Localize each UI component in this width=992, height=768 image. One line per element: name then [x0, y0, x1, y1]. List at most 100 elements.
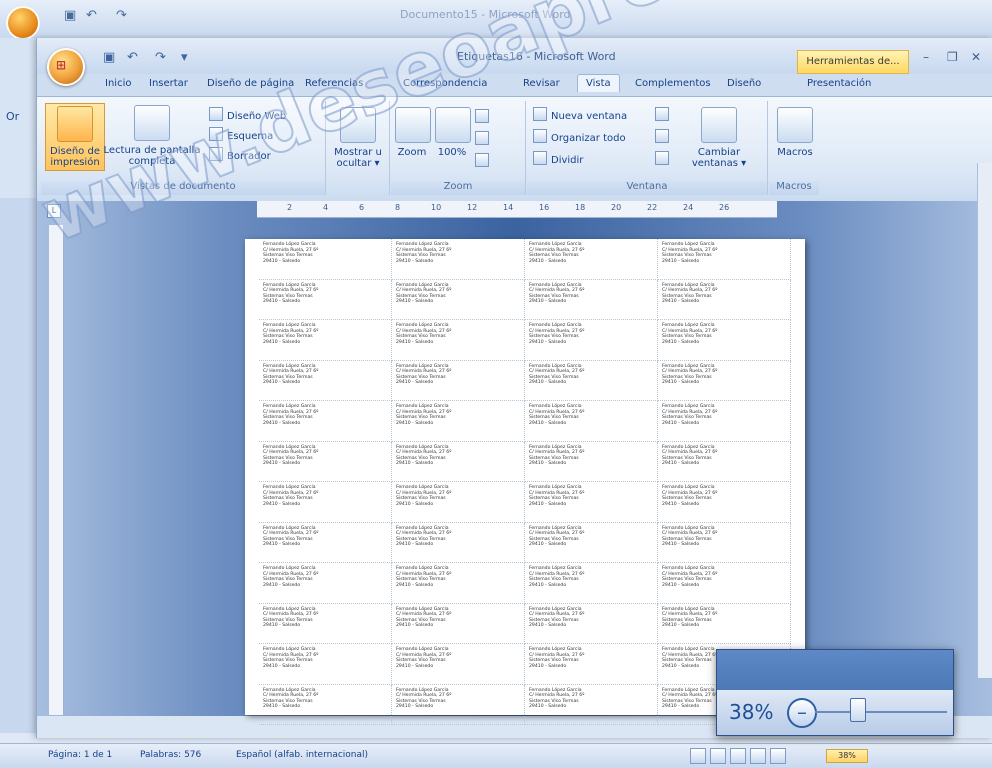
reading-view-icon[interactable] — [710, 748, 726, 764]
label-cell[interactable]: Fernando López García C/ Hermida Ruela, 2… — [259, 603, 392, 644]
vertical-ruler[interactable] — [49, 225, 64, 715]
save-icon[interactable]: ▣ — [103, 50, 115, 65]
redo-icon[interactable]: ↷ — [155, 50, 166, 65]
label-cell[interactable]: Fernando López García C/ Hermida Ruela, 2… — [259, 360, 392, 401]
two-pages-button[interactable] — [475, 131, 493, 146]
draft-view-icon[interactable] — [770, 748, 786, 764]
label-cell[interactable]: Fernando López García C/ Hermida Ruela, 2… — [525, 401, 658, 442]
label-cell[interactable]: Fernando López García C/ Hermida Ruela, 2… — [392, 603, 525, 644]
office-button-icon[interactable] — [6, 6, 40, 40]
minimize-button[interactable]: – — [923, 50, 929, 64]
side-by-side-button[interactable] — [655, 107, 673, 122]
label-cell[interactable]: Fernando López García C/ Hermida Ruela, 2… — [525, 644, 658, 685]
tab-complementos[interactable]: Complementos — [635, 78, 711, 89]
label-cell[interactable]: Fernando López García C/ Hermida Ruela, 2… — [392, 441, 525, 482]
office-button[interactable]: ⊞ — [47, 48, 85, 86]
label-cell[interactable]: Fernando López García C/ Hermida Ruela, 2… — [392, 522, 525, 563]
undo-icon[interactable]: ↶ — [86, 8, 97, 23]
label-cell[interactable]: Fernando López García C/ Hermida Ruela, 2… — [392, 279, 525, 320]
label-cell[interactable]: Fernando López García C/ Hermida Ruela, 2… — [525, 684, 658, 725]
label-cell[interactable]: Fernando López García C/ Hermida Ruela, 2… — [259, 320, 392, 361]
print-layout-view-icon[interactable] — [690, 748, 706, 764]
label-cell[interactable]: Fernando López García C/ Hermida Ruela, 2… — [658, 401, 791, 442]
label-cell[interactable]: Fernando López García C/ Hermida Ruela, 2… — [392, 644, 525, 685]
undo-icon[interactable]: ↶ — [127, 50, 138, 65]
lectura-pantalla-button[interactable]: Lectura de pantalla completa — [103, 105, 201, 167]
label-cell[interactable]: Fernando López García C/ Hermida Ruela, 2… — [392, 239, 525, 280]
label-cell[interactable]: Fernando López García C/ Hermida Ruela, 2… — [259, 644, 392, 685]
zoom-button[interactable]: Zoom — [395, 107, 431, 158]
tab-selector-button[interactable]: L — [47, 204, 61, 218]
label-cell[interactable]: Fernando López García C/ Hermida Ruela, 2… — [658, 603, 791, 644]
status-language[interactable]: Español (alfab. internacional) — [236, 750, 368, 760]
outline-view-icon[interactable] — [750, 748, 766, 764]
context-tab-header[interactable]: Herramientas de... — [797, 50, 909, 74]
label-cell[interactable]: Fernando López García C/ Hermida Ruela, 2… — [658, 563, 791, 604]
label-cell[interactable]: Fernando López García C/ Hermida Ruela, 2… — [392, 482, 525, 523]
status-page[interactable]: Página: 1 de 1 — [48, 750, 112, 760]
organizar-todo-button[interactable]: Organizar todo — [533, 129, 626, 144]
label-cell[interactable]: Fernando López García C/ Hermida Ruela, 2… — [658, 239, 791, 280]
tab-referencias[interactable]: Referencias — [305, 78, 363, 89]
label-cell[interactable]: Fernando López García C/ Hermida Ruela, 2… — [525, 482, 658, 523]
mostrar-ocultar-button[interactable]: Mostrar u ocultar ▾ — [331, 107, 385, 169]
cambiar-ventanas-button[interactable]: Cambiar ventanas ▾ — [687, 107, 751, 169]
tab-inicio[interactable]: Inicio — [105, 78, 131, 89]
status-words[interactable]: Palabras: 576 — [140, 750, 201, 760]
borrador-button[interactable]: Borrador — [209, 147, 271, 162]
label-cell[interactable]: Fernando López García C/ Hermida Ruela, 2… — [525, 320, 658, 361]
web-view-icon[interactable] — [730, 748, 746, 764]
label-cell[interactable]: Fernando López García C/ Hermida Ruela, 2… — [525, 563, 658, 604]
quick-access-dropdown-icon[interactable]: ▾ — [181, 50, 188, 65]
label-cell[interactable]: Fernando López García C/ Hermida Ruela, 2… — [392, 684, 525, 725]
label-cell[interactable]: Fernando López García C/ Hermida Ruela, 2… — [658, 279, 791, 320]
document-page[interactable]: Fernando López García C/ Hermida Ruela, 2… — [245, 239, 805, 725]
label-cell[interactable]: Fernando López García C/ Hermida Ruela, 2… — [658, 482, 791, 523]
label-cell[interactable]: Fernando López García C/ Hermida Ruela, 2… — [259, 522, 392, 563]
label-cell[interactable]: Fernando López García C/ Hermida Ruela, 2… — [259, 441, 392, 482]
redo-icon[interactable]: ↷ — [116, 8, 127, 23]
status-zoom-level[interactable]: 38% — [826, 749, 868, 763]
save-icon[interactable]: ▣ — [64, 8, 76, 23]
close-button[interactable]: ✕ — [971, 50, 981, 64]
zoom-slider-track[interactable] — [815, 711, 947, 713]
label-cell[interactable]: Fernando López García C/ Hermida Ruela, 2… — [259, 684, 392, 725]
esquema-button[interactable]: Esquema — [209, 127, 273, 142]
tab-presentacion[interactable]: Presentación — [807, 78, 871, 89]
label-cell[interactable]: Fernando López García C/ Hermida Ruela, 2… — [259, 563, 392, 604]
label-cell[interactable]: Fernando López García C/ Hermida Ruela, 2… — [259, 239, 392, 280]
tab-correspondencia[interactable]: Correspondencia — [403, 78, 487, 89]
tab-insertar[interactable]: Insertar — [149, 78, 188, 89]
page-width-button[interactable] — [475, 153, 493, 168]
label-cell[interactable]: Fernando López García C/ Hermida Ruela, 2… — [259, 279, 392, 320]
tab-diseno-pagina[interactable]: Diseño de página — [207, 78, 294, 89]
nueva-ventana-button[interactable]: Nueva ventana — [533, 107, 627, 122]
reset-position-button[interactable] — [655, 151, 673, 166]
horizontal-ruler[interactable]: 2 4 6 8 10 12 14 16 18 20 22 24 26 — [257, 201, 777, 218]
macros-button[interactable]: Macros — [775, 107, 815, 158]
dividir-button[interactable]: Dividir — [533, 151, 583, 166]
zoom-100-button[interactable]: 100% — [435, 107, 471, 158]
tab-vista[interactable]: Vista — [577, 74, 620, 92]
label-cell[interactable]: Fernando López García C/ Hermida Ruela, 2… — [259, 401, 392, 442]
label-cell[interactable]: Fernando López García C/ Hermida Ruela, 2… — [525, 279, 658, 320]
label-cell[interactable]: Fernando López García C/ Hermida Ruela, 2… — [392, 320, 525, 361]
diseno-impresion-button[interactable]: Diseño de impresión — [45, 103, 105, 171]
label-cell[interactable]: Fernando López García C/ Hermida Ruela, 2… — [525, 239, 658, 280]
label-cell[interactable]: Fernando López García C/ Hermida Ruela, 2… — [525, 360, 658, 401]
vertical-scrollbar[interactable] — [977, 163, 992, 678]
zoom-out-button[interactable]: – — [787, 698, 817, 728]
label-cell[interactable]: Fernando López García C/ Hermida Ruela, 2… — [658, 441, 791, 482]
label-cell[interactable]: Fernando López García C/ Hermida Ruela, 2… — [392, 360, 525, 401]
zoom-slider-thumb[interactable] — [850, 698, 866, 722]
label-cell[interactable]: Fernando López García C/ Hermida Ruela, 2… — [658, 320, 791, 361]
sync-scroll-button[interactable] — [655, 129, 673, 144]
zoom-percent[interactable]: 38% — [729, 700, 773, 724]
label-cell[interactable]: Fernando López García C/ Hermida Ruela, 2… — [259, 482, 392, 523]
label-cell[interactable]: Fernando López García C/ Hermida Ruela, 2… — [525, 522, 658, 563]
label-cell[interactable]: Fernando López García C/ Hermida Ruela, 2… — [658, 522, 791, 563]
diseno-web-button[interactable]: Diseño Web — [209, 107, 286, 122]
one-page-button[interactable] — [475, 109, 493, 124]
label-cell[interactable]: Fernando López García C/ Hermida Ruela, 2… — [525, 603, 658, 644]
tab-diseno[interactable]: Diseño — [727, 78, 761, 89]
